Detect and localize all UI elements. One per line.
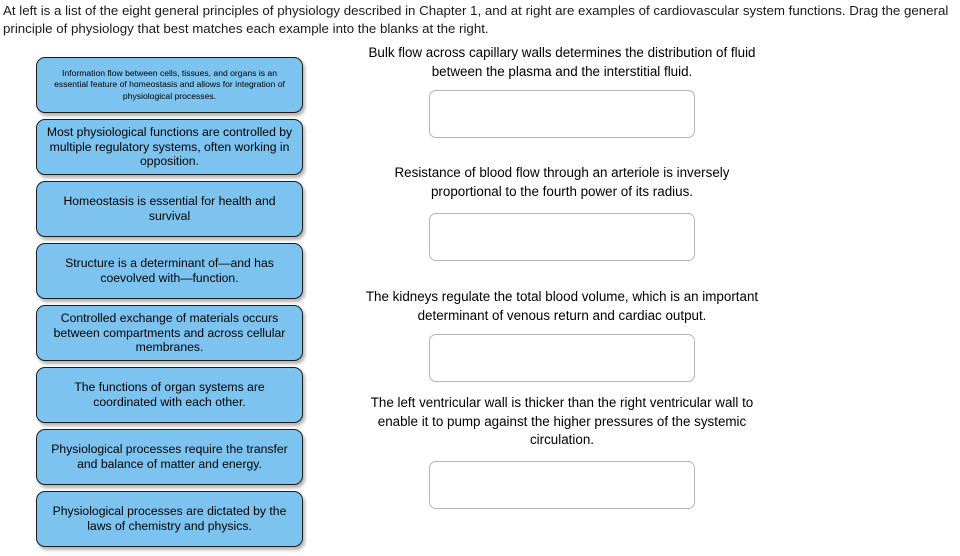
principle-tile-5[interactable]: Controlled exchange of materials occurs … xyxy=(36,305,303,361)
example-group-4: The left ventricular wall is thicker tha… xyxy=(362,394,762,509)
principle-tile-3[interactable]: Homeostasis is essential for health and … xyxy=(36,181,303,237)
drop-zone-1[interactable] xyxy=(429,90,695,138)
principle-tile-label: Information flow between cells, tissues,… xyxy=(54,67,285,101)
example-group-2: Resistance of blood flow through an arte… xyxy=(362,164,762,261)
drop-zone-3[interactable] xyxy=(429,334,695,382)
principle-tile-1[interactable]: Information flow between cells, tissues,… xyxy=(36,57,303,113)
instructions-text: At left is a list of the eight general p… xyxy=(3,3,949,36)
examples-list: Bulk flow across capillary walls determi… xyxy=(362,44,762,509)
example-prompt-2: Resistance of blood flow through an arte… xyxy=(394,165,730,199)
drop-zone-2[interactable] xyxy=(429,213,695,261)
principles-bank: Information flow between cells, tissues,… xyxy=(36,57,303,553)
drop-zone-4[interactable] xyxy=(429,460,695,509)
principle-tile-2[interactable]: Most physiological functions are control… xyxy=(36,119,303,175)
principle-tile-label: Structure is a determinant of—and has co… xyxy=(65,256,274,285)
principle-tile-label: Physiological processes require the tran… xyxy=(51,442,288,471)
principle-tile-label: Homeostasis is essential for health and … xyxy=(63,194,276,223)
example-group-3: The kidneys regulate the total blood vol… xyxy=(362,288,762,382)
principle-tile-label: Controlled exchange of materials occurs … xyxy=(53,311,286,355)
principle-tile-label: The functions of organ systems are coord… xyxy=(74,380,265,409)
principle-tile-7[interactable]: Physiological processes require the tran… xyxy=(36,429,303,485)
principle-tile-8[interactable]: Physiological processes are dictated by … xyxy=(36,491,303,547)
principle-tile-label: Most physiological functions are control… xyxy=(46,125,293,169)
example-group-1: Bulk flow across capillary walls determi… xyxy=(362,44,762,138)
example-prompt-1: Bulk flow across capillary walls determi… xyxy=(368,45,756,79)
principle-tile-label: Physiological processes are dictated by … xyxy=(52,504,287,533)
example-prompt-4: The left ventricular wall is thicker tha… xyxy=(370,395,754,447)
example-prompt-3: The kidneys regulate the total blood vol… xyxy=(365,289,759,323)
principle-tile-4[interactable]: Structure is a determinant of—and has co… xyxy=(36,243,303,299)
principle-tile-6[interactable]: The functions of organ systems are coord… xyxy=(36,367,303,423)
